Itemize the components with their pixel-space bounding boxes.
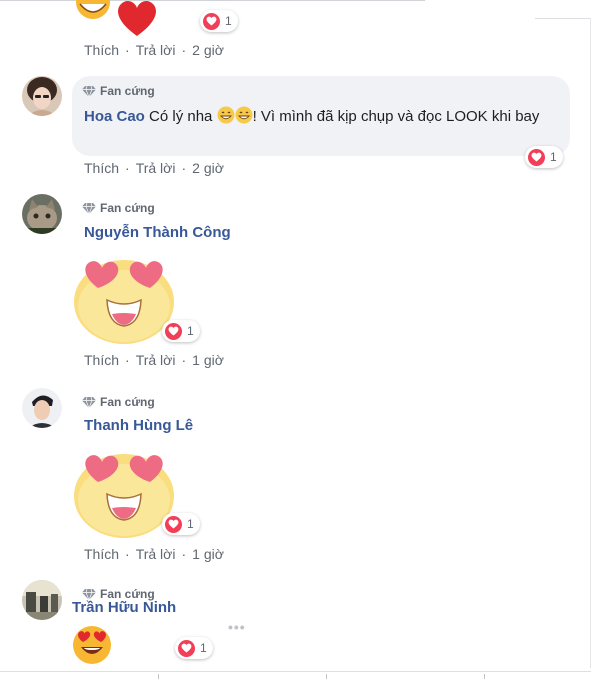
heart-eyes-emoji bbox=[73, 626, 111, 664]
separator-dot: · bbox=[181, 546, 187, 562]
love-reaction-icon bbox=[178, 639, 195, 657]
comment-actions: Thích · Trả lời · 2 giờ bbox=[84, 160, 224, 176]
reply-link[interactable]: Trả lời bbox=[136, 42, 176, 58]
diamond-icon bbox=[82, 588, 96, 600]
comment-nguyen-thanh-cong: Fan cứng Nguyễn Thành Công 1 Thích · Trả… bbox=[0, 190, 591, 375]
reaction-count-pill[interactable]: 1 bbox=[162, 320, 200, 342]
author-name[interactable]: Trần Hữu Ninh bbox=[72, 599, 176, 616]
tick bbox=[484, 674, 485, 679]
fan-badge: Fan cứng bbox=[82, 83, 155, 99]
red-heart-sticker bbox=[118, 1, 156, 36]
reaction-count-pill[interactable]: 1 bbox=[525, 146, 563, 168]
diamond-icon bbox=[82, 396, 96, 408]
avatar[interactable] bbox=[22, 76, 62, 116]
badge-label: Fan cứng bbox=[100, 84, 155, 98]
avatar[interactable] bbox=[22, 194, 62, 234]
author-name[interactable]: Thanh Hùng Lê bbox=[84, 417, 193, 434]
grinning-emoji-sticker bbox=[76, 0, 110, 19]
reply-link[interactable]: Trả lời bbox=[136, 352, 176, 368]
author-name[interactable]: Nguyễn Thành Công bbox=[84, 224, 231, 241]
comment-text-part2: ! Vì mình đã kịp chụp và đọc LOOK khi ba… bbox=[252, 108, 540, 125]
tick bbox=[326, 674, 327, 679]
badge-label: Fan cứng bbox=[100, 395, 155, 409]
love-reaction-icon bbox=[165, 322, 182, 340]
reply-link[interactable]: Trả lời bbox=[136, 160, 176, 176]
separator-dot: · bbox=[125, 42, 130, 58]
separator-dot: · bbox=[125, 546, 130, 562]
heart-eyes-emoji-sticker bbox=[74, 454, 174, 538]
comment-actions: Thích · Trả lời · 2 giờ bbox=[84, 42, 224, 58]
heart-eyes-emoji-sticker bbox=[74, 260, 174, 344]
avatar[interactable] bbox=[22, 388, 62, 428]
reaction-count-pill[interactable]: 1 bbox=[162, 513, 200, 535]
timestamp[interactable]: 1 giờ bbox=[192, 546, 224, 562]
comment-actions: Thích · Trả lời · 1 giờ bbox=[84, 546, 224, 562]
love-reaction-icon bbox=[203, 12, 220, 30]
badge-label: Fan cứng bbox=[100, 201, 155, 215]
avatar[interactable] bbox=[22, 580, 62, 620]
fan-badge: Fan cứng bbox=[82, 200, 155, 216]
comment-tran-huu-ninh: Fan cứng Trần Hữu Ninh ••• 1 bbox=[0, 578, 591, 670]
diamond-icon bbox=[82, 202, 96, 214]
like-link[interactable]: Thích bbox=[84, 42, 119, 58]
like-link[interactable]: Thích bbox=[84, 352, 119, 368]
reaction-count: 1 bbox=[550, 150, 557, 164]
comment-hoa-cao: Fan cứng Hoa Cao Có lý nha ! Vì mình đã … bbox=[0, 72, 591, 182]
like-link[interactable]: Thích bbox=[84, 546, 119, 562]
separator-dot: · bbox=[125, 352, 130, 368]
comment-0: 1 Thích · Trả lời · 2 giờ bbox=[0, 0, 591, 60]
reaction-count: 1 bbox=[187, 517, 194, 531]
reaction-count-pill[interactable]: 1 bbox=[175, 637, 213, 659]
timestamp[interactable]: 2 giờ bbox=[192, 42, 224, 58]
comment-thanh-hung-le: Fan cứng Thanh Hùng Lê 1 Thích · Trả lời… bbox=[0, 384, 591, 569]
timestamp[interactable]: 2 giờ bbox=[192, 160, 224, 176]
comment-text-part1: Có lý nha bbox=[149, 108, 213, 125]
separator-dot: · bbox=[181, 42, 187, 58]
separator-dot: · bbox=[181, 352, 187, 368]
love-reaction-icon bbox=[528, 148, 545, 166]
reaction-count: 1 bbox=[225, 14, 232, 28]
timestamp[interactable]: 1 giờ bbox=[192, 352, 224, 368]
reaction-count: 1 bbox=[200, 641, 207, 655]
reaction-count: 1 bbox=[187, 324, 194, 338]
reaction-count-pill[interactable]: 1 bbox=[200, 10, 238, 32]
diamond-icon bbox=[82, 85, 96, 97]
comment-text: Hoa Cao Có lý nha ! Vì mình đã kịp chụp … bbox=[84, 106, 554, 127]
fan-badge: Fan cứng bbox=[82, 394, 155, 410]
comment-actions: Thích · Trả lời · 1 giờ bbox=[84, 352, 224, 368]
more-options-button[interactable]: ••• bbox=[228, 619, 246, 635]
love-reaction-icon bbox=[165, 515, 182, 533]
tick bbox=[158, 674, 159, 679]
author-name[interactable]: Hoa Cao bbox=[84, 108, 145, 125]
grin-emoji bbox=[217, 106, 235, 124]
grin-emoji bbox=[235, 106, 253, 124]
separator-dot: · bbox=[181, 160, 187, 176]
like-link[interactable]: Thích bbox=[84, 160, 119, 176]
separator-dot: · bbox=[125, 160, 130, 176]
bottom-divider bbox=[0, 671, 591, 672]
reply-link[interactable]: Trả lời bbox=[136, 546, 176, 562]
